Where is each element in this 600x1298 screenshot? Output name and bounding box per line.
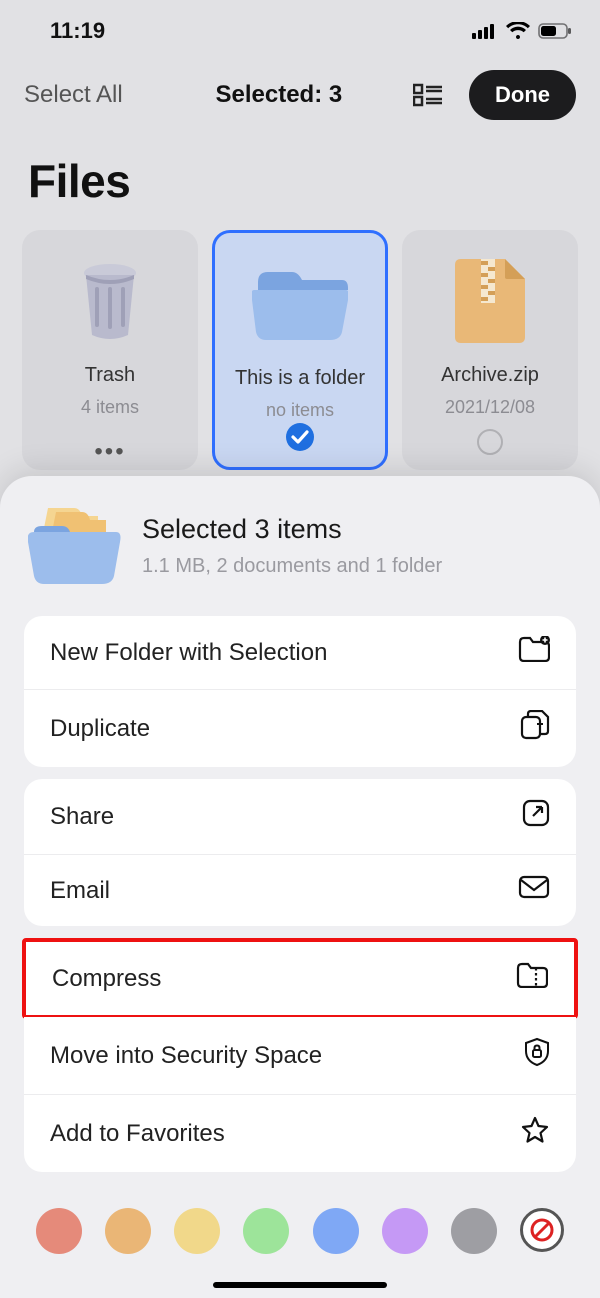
action-sheet: Selected 3 items 1.1 MB, 2 documents and… [0, 476, 600, 1298]
color-tag-yellow[interactable] [174, 1208, 220, 1254]
menu-group: Share Email [24, 779, 576, 926]
share-icon [522, 799, 550, 834]
selection-folder-icon [28, 506, 122, 586]
color-tag-orange[interactable] [105, 1208, 151, 1254]
color-tag-none[interactable] [520, 1208, 564, 1252]
wifi-icon [506, 22, 530, 40]
view-toggle-button[interactable] [403, 83, 453, 107]
menu-label: Move into Security Space [50, 1042, 524, 1070]
color-tag-purple[interactable] [382, 1208, 428, 1254]
selection-count: Selected: 3 [171, 81, 387, 109]
zip-file-icon [455, 252, 525, 350]
menu-label: New Folder with Selection [50, 639, 518, 667]
highlight-compress: Compress [22, 938, 578, 1019]
file-meta: 4 items [81, 397, 139, 418]
menu-compress[interactable]: Compress [26, 942, 574, 1015]
sheet-header: Selected 3 items 1.1 MB, 2 documents and… [0, 476, 600, 604]
selection-circle[interactable] [477, 429, 503, 460]
menu-label: Share [50, 803, 522, 831]
home-indicator[interactable] [213, 1282, 387, 1288]
folder-plus-icon [518, 636, 550, 669]
file-meta: no items [266, 400, 334, 421]
color-tag-row [0, 1184, 600, 1264]
file-card-archive[interactable]: Archive.zip 2021/12/08 [402, 230, 578, 470]
color-tag-green[interactable] [243, 1208, 289, 1254]
compress-icon [516, 962, 548, 995]
menu-add-favorites[interactable]: Add to Favorites [24, 1094, 576, 1172]
file-meta: 2021/12/08 [445, 397, 535, 418]
cellular-icon [472, 23, 498, 39]
file-card-trash[interactable]: Trash 4 items ••• [22, 230, 198, 470]
sheet-title: Selected 3 items [142, 514, 442, 545]
star-icon [520, 1115, 550, 1152]
menu-label: Add to Favorites [50, 1120, 520, 1148]
done-button[interactable]: Done [469, 70, 576, 120]
mail-icon [518, 875, 550, 906]
file-grid: Trash 4 items ••• This is a folder no it… [0, 230, 600, 470]
menu-duplicate[interactable]: Duplicate [24, 689, 576, 767]
file-name: Trash [85, 364, 135, 387]
page-title: Files [0, 140, 600, 230]
menu-group: Move into Security Space Add to Favorite… [24, 1017, 576, 1172]
list-view-icon [413, 83, 443, 107]
select-all-button[interactable]: Select All [24, 81, 123, 109]
file-card-folder[interactable]: This is a folder no items [212, 230, 388, 470]
status-time: 11:19 [50, 18, 105, 44]
status-bar: 11:19 [0, 0, 600, 50]
menu-label: Duplicate [50, 715, 520, 743]
menu-share[interactable]: Share [24, 779, 576, 854]
color-tag-gray[interactable] [451, 1208, 497, 1254]
status-right [472, 22, 572, 40]
menu-new-folder-with-selection[interactable]: New Folder with Selection [24, 616, 576, 689]
menu-move-security[interactable]: Move into Security Space [24, 1017, 576, 1094]
file-name: This is a folder [235, 367, 365, 390]
folder-icon [252, 255, 348, 353]
sheet-subtitle: 1.1 MB, 2 documents and 1 folder [142, 555, 442, 578]
color-tag-red[interactable] [36, 1208, 82, 1254]
menu-group: Compress [26, 942, 574, 1015]
menu-label: Compress [52, 965, 516, 993]
no-color-icon [528, 1216, 556, 1244]
selected-check-icon [285, 422, 315, 457]
shield-lock-icon [524, 1037, 550, 1074]
menu-label: Email [50, 877, 518, 905]
color-tag-blue[interactable] [313, 1208, 359, 1254]
battery-icon [538, 23, 572, 39]
menu-group: New Folder with Selection Duplicate [24, 616, 576, 767]
menu-email[interactable]: Email [24, 854, 576, 926]
trash-icon [77, 252, 143, 350]
file-name: Archive.zip [441, 364, 539, 387]
toolbar: Select All Selected: 3 Done [0, 50, 600, 140]
screen: { "status": { "time": "11:19" }, "toolba… [0, 0, 600, 1298]
more-icon[interactable]: ••• [94, 448, 125, 456]
duplicate-icon [520, 710, 550, 747]
